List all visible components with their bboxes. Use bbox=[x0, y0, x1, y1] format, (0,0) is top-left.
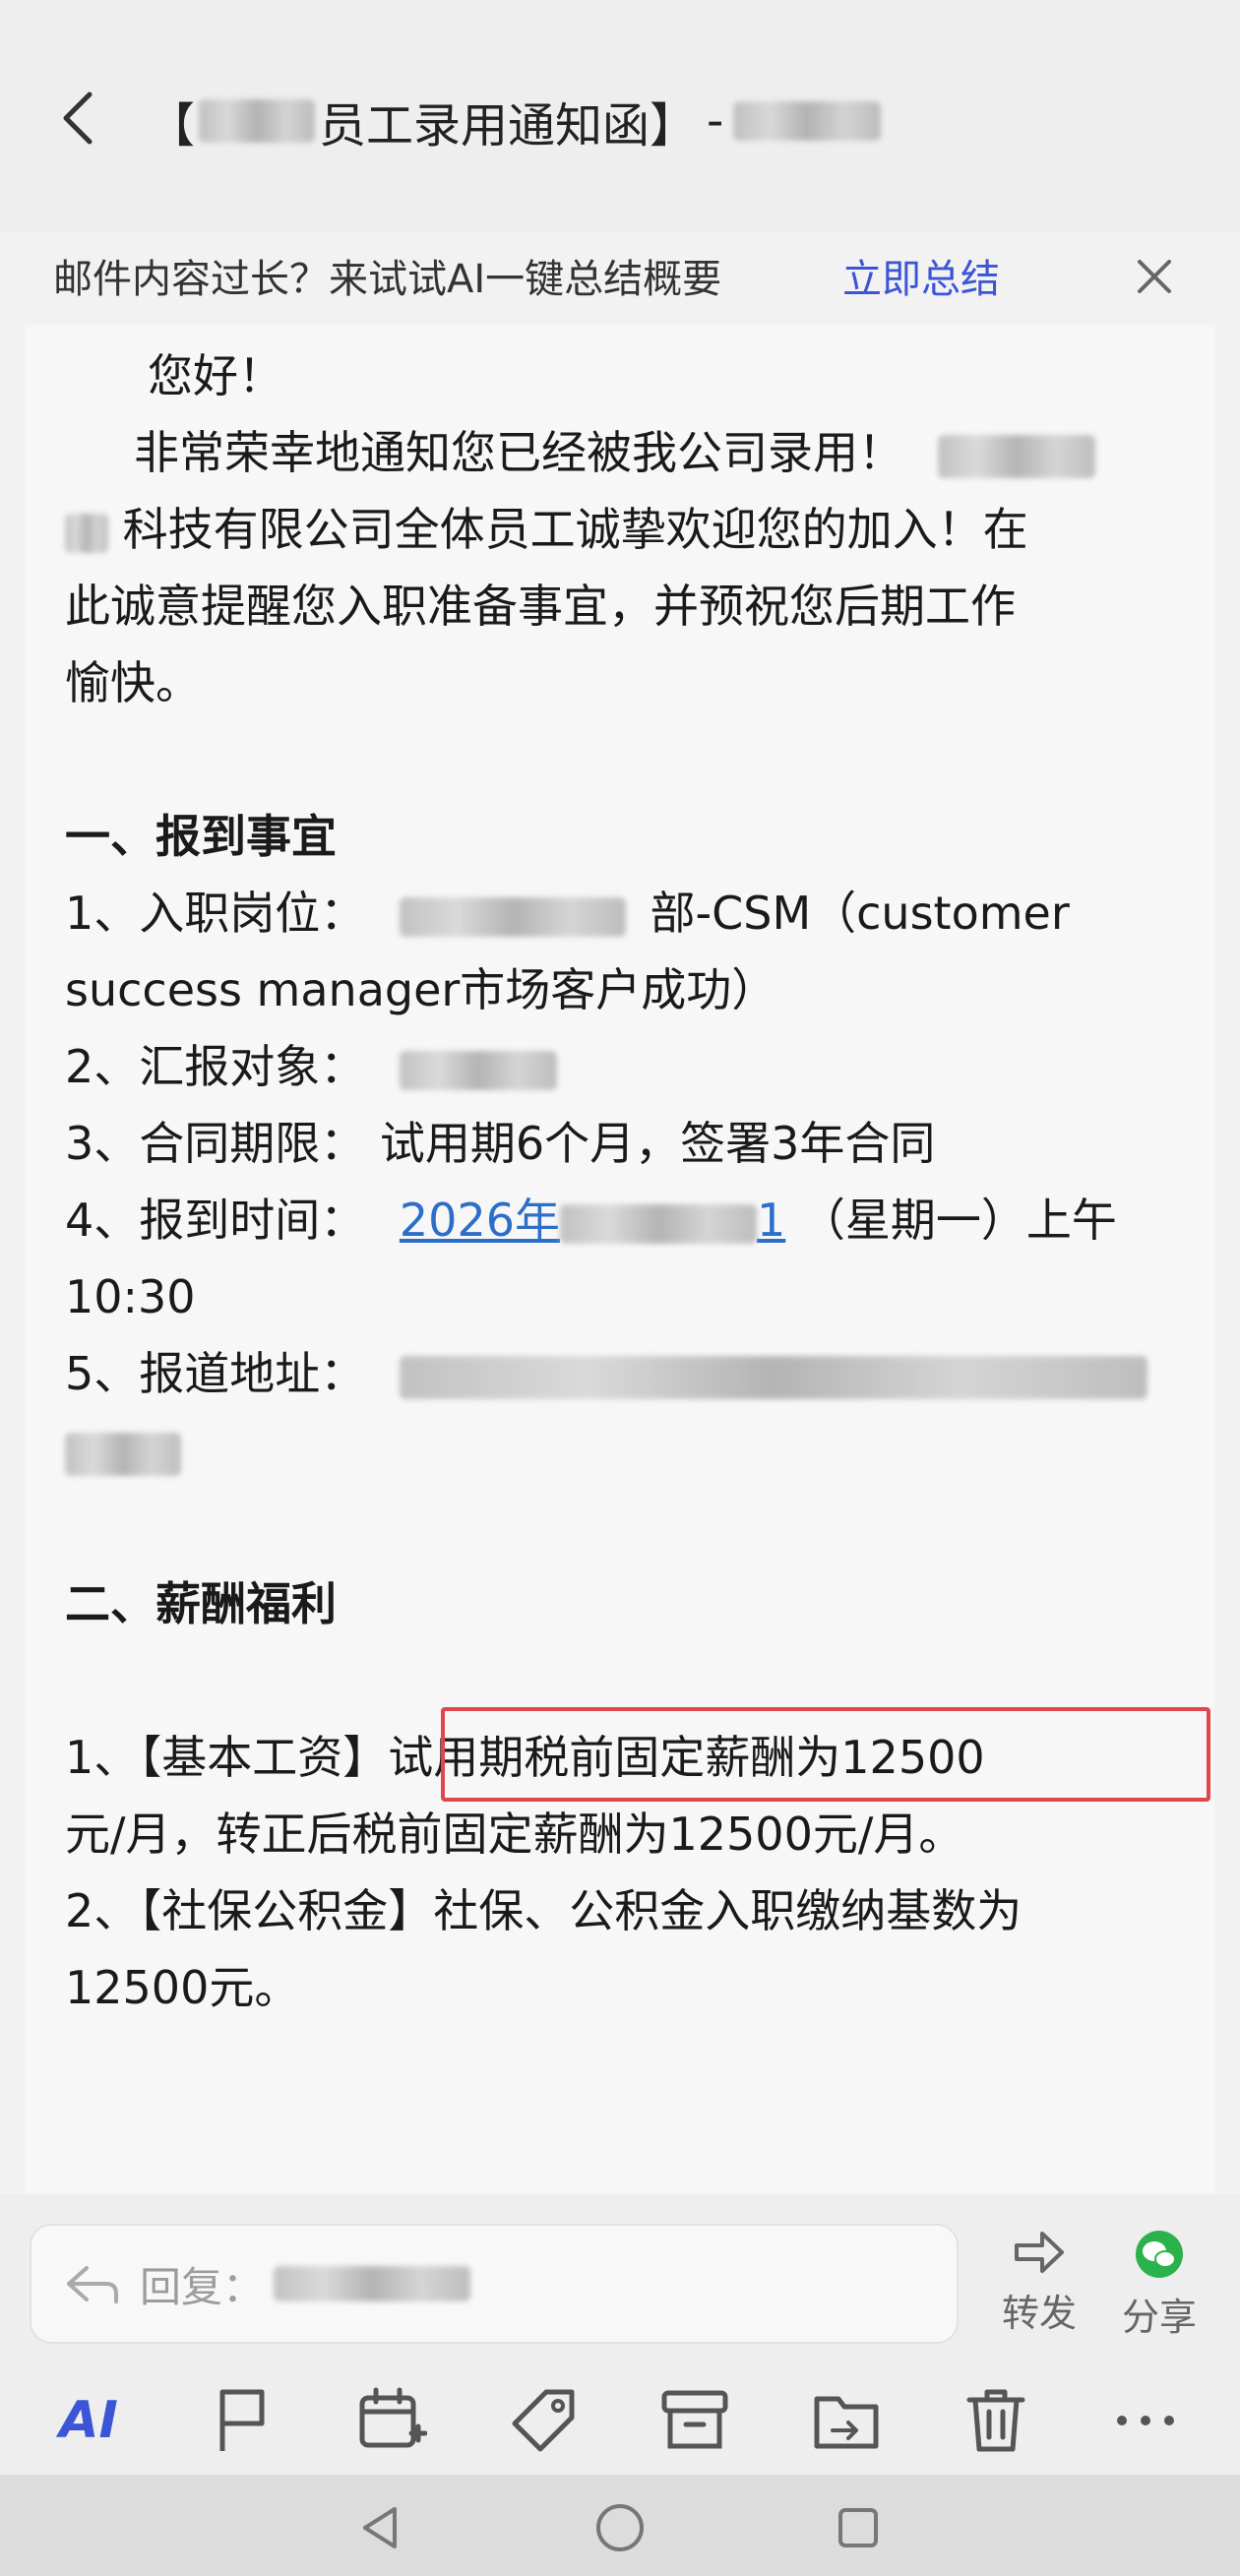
subject-bracket: 【 bbox=[148, 98, 196, 153]
system-nav-bar bbox=[0, 2475, 1240, 2576]
redacted-address-cont bbox=[65, 1432, 181, 1476]
item-address-label: 5、报道地址： bbox=[65, 1347, 366, 1400]
add-calendar-button[interactable] bbox=[352, 2381, 431, 2460]
move-button[interactable] bbox=[807, 2381, 886, 2460]
item-start-time: 4、报到时间： 2026年 1 （星期一）上午 bbox=[65, 1191, 1117, 1250]
section-title-onboarding: 一、报到事宜 bbox=[65, 810, 337, 863]
salary-item-1-label: 1、【基本工资】 bbox=[65, 1731, 389, 1784]
start-date-year: 2026年 bbox=[399, 1194, 560, 1247]
tag-button[interactable] bbox=[504, 2381, 583, 2460]
square-recents-icon bbox=[838, 2508, 878, 2547]
reply-input[interactable]: 回复： bbox=[30, 2224, 959, 2344]
close-icon bbox=[1138, 260, 1171, 293]
email-body: 您好！ 非常荣幸地通知您已经被我公司录用！ 科技有限公司全体员工诚挚欢迎您的加入… bbox=[26, 325, 1214, 2194]
redacted-date bbox=[559, 1203, 757, 1244]
intro-line-1: 非常荣幸地通知您已经被我公司录用！ bbox=[134, 423, 1095, 482]
forward-icon bbox=[1015, 2232, 1064, 2273]
intro-line-4: 愉快。 bbox=[65, 656, 201, 709]
salary-item-2-cont: 12500元。 bbox=[65, 1961, 300, 2014]
close-banner-button[interactable] bbox=[1130, 252, 1179, 301]
item-supervisor-label: 2、汇报对象： bbox=[65, 1040, 366, 1093]
redacted-reply-recipient bbox=[274, 2266, 471, 2301]
delete-button[interactable] bbox=[957, 2381, 1035, 2460]
more-button[interactable] bbox=[1106, 2381, 1185, 2460]
item-start-time-label: 4、报到时间： bbox=[65, 1194, 366, 1247]
item-position-cont: success manager市场客户成功） bbox=[65, 963, 777, 1016]
salary-item-2: 2、【社保公积金】社保、公积金入职缴纳基数为 bbox=[65, 1884, 1023, 1937]
email-header: 【 员工录用通知函】 - bbox=[0, 0, 1240, 231]
salary-item-1-cont: 元/月，转正后税前固定薪酬为12500元/月。 bbox=[65, 1808, 964, 1861]
nav-recents-button[interactable] bbox=[827, 2496, 890, 2559]
triangle-back-icon bbox=[363, 2507, 397, 2548]
item-address-cont bbox=[65, 1421, 181, 1480]
greeting: 您好！ bbox=[148, 349, 283, 402]
reply-placeholder: 回复： bbox=[140, 2262, 265, 2311]
chevron-left-icon bbox=[63, 92, 93, 145]
ai-summary-message: 邮件内容过长？来试试AI一键总结概要 bbox=[53, 257, 722, 302]
redacted-supervisor bbox=[399, 1050, 557, 1090]
reply-bar: 回复： 转发 分享 bbox=[0, 2194, 1240, 2361]
archive-icon bbox=[661, 2390, 728, 2449]
salary-highlight-box bbox=[441, 1707, 1210, 1802]
redacted-company bbox=[199, 99, 316, 143]
item-position-value: 部-CSM（customer bbox=[650, 887, 1070, 940]
nav-back-button[interactable] bbox=[348, 2496, 411, 2559]
redacted-department bbox=[399, 896, 626, 937]
redacted-sender bbox=[733, 101, 882, 141]
email-subject: 【 员工录用通知函】 - bbox=[148, 87, 882, 155]
tag-icon bbox=[512, 2389, 575, 2452]
back-button[interactable] bbox=[47, 79, 106, 157]
summarize-now-link[interactable]: 立即总结 bbox=[842, 247, 1000, 304]
item-position: 1、入职岗位： 部-CSM（customer bbox=[65, 884, 1070, 943]
item-supervisor: 2、汇报对象： bbox=[65, 1037, 557, 1096]
intro-line-2: 科技有限公司全体员工诚挚欢迎您的加入！在 bbox=[65, 500, 1028, 559]
forward-label: 转发 bbox=[1001, 2292, 1077, 2335]
reply-icon bbox=[67, 2266, 118, 2303]
more-icon bbox=[1117, 2416, 1174, 2425]
ai-button[interactable]: AI bbox=[49, 2381, 128, 2460]
section-title-compensation: 二、薪酬福利 bbox=[65, 1577, 337, 1630]
redacted-address bbox=[399, 1355, 1147, 1399]
item-contract: 3、合同期限： 试用期6个月，签署3年合同 bbox=[65, 1117, 936, 1170]
subject-separator: - bbox=[707, 93, 724, 149]
calendar-add-icon bbox=[359, 2387, 427, 2448]
move-folder-icon bbox=[814, 2396, 879, 2449]
share-button[interactable]: 分享 bbox=[1100, 2230, 1218, 2339]
intro-line-3: 此诚意提醒您入职准备事宜，并预祝您后期工作 bbox=[65, 580, 1016, 633]
wechat-icon bbox=[1136, 2231, 1183, 2278]
ai-summary-banner: 邮件内容过长？来试试AI一键总结概要 立即总结 bbox=[0, 236, 1240, 315]
archive-button[interactable] bbox=[655, 2381, 734, 2460]
redacted-company-name-cont bbox=[65, 513, 108, 553]
redacted-company-name bbox=[937, 434, 1095, 478]
share-label: 分享 bbox=[1121, 2296, 1197, 2339]
intro-text-1: 非常荣幸地通知您已经被我公司录用！ bbox=[134, 426, 903, 479]
item-address: 5、报道地址： bbox=[65, 1344, 1147, 1403]
start-time-cont: 10:30 bbox=[65, 1270, 196, 1323]
subject-text: 员工录用通知函】 bbox=[319, 98, 698, 153]
flag-icon bbox=[219, 2389, 265, 2451]
forward-button[interactable]: 转发 bbox=[980, 2230, 1098, 2338]
action-toolbar: AI bbox=[0, 2361, 1240, 2475]
trash-icon bbox=[966, 2389, 1025, 2452]
intro-text-2: 科技有限公司全体员工诚挚欢迎您的加入！在 bbox=[122, 503, 1028, 556]
start-time-weekday: （星期一）上午 bbox=[799, 1194, 1117, 1247]
circle-home-icon bbox=[596, 2504, 644, 2551]
nav-home-button[interactable] bbox=[589, 2496, 651, 2559]
start-date-day: 1 bbox=[756, 1194, 786, 1247]
item-position-label: 1、入职岗位： bbox=[65, 887, 366, 940]
ai-label: AI bbox=[59, 2391, 118, 2450]
flag-button[interactable] bbox=[203, 2381, 281, 2460]
start-date-link[interactable]: 2026年 1 bbox=[400, 1194, 785, 1247]
